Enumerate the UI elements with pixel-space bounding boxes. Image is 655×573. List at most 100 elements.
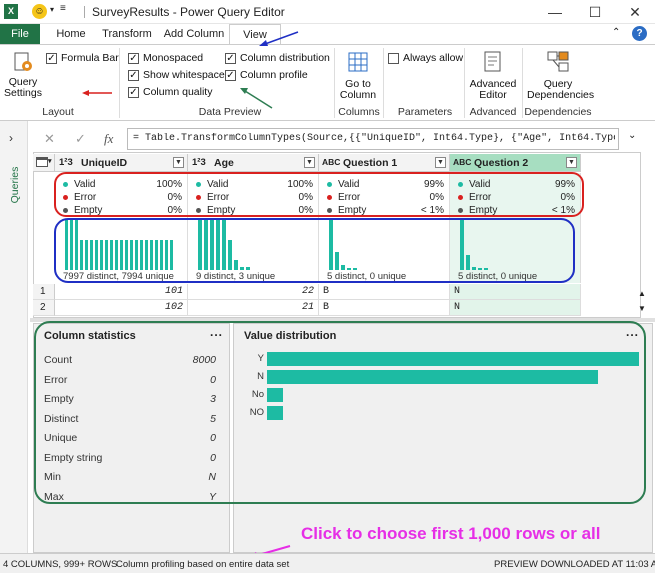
- scroll-down-arrow[interactable]: ▼: [638, 304, 646, 313]
- status-profiling-scope[interactable]: Column profiling based on entire data se…: [116, 559, 289, 570]
- row-number[interactable]: 2: [33, 300, 55, 316]
- column-filter-dropdown[interactable]: ▼: [304, 157, 315, 168]
- formula-bar-checkbox[interactable]: ✓: [46, 53, 57, 64]
- group-parameters-label: Parameters: [397, 106, 453, 118]
- table-cell[interactable]: 102: [55, 300, 188, 316]
- text-type-icon[interactable]: ABC: [453, 157, 471, 167]
- green-highlight-ellipse: [34, 321, 646, 504]
- help-icon[interactable]: ?: [632, 26, 647, 41]
- formula-fx-label[interactable]: fx: [104, 131, 113, 147]
- table-cell[interactable]: B: [319, 300, 450, 316]
- monospaced-label: Monospaced: [143, 52, 204, 64]
- excel-icon: X: [4, 4, 18, 19]
- group-layout-label: Layout: [42, 106, 74, 118]
- close-button[interactable]: ✕: [620, 2, 650, 22]
- window-title: SurveyResults - Power Query Editor: [92, 5, 285, 19]
- monospaced-checkbox[interactable]: ✓: [128, 53, 139, 64]
- table-cell[interactable]: N: [450, 300, 581, 316]
- query-settings-label: Query Settings: [4, 76, 42, 99]
- column-distribution-checkbox[interactable]: ✓: [225, 53, 236, 64]
- quick-access-dropdown-icon[interactable]: ▾: [50, 5, 54, 14]
- queries-pane-label[interactable]: Queries: [9, 164, 21, 206]
- collapse-ribbon-icon[interactable]: ⌃: [612, 27, 620, 38]
- advanced-editor-button[interactable]: Advanced Editor: [468, 49, 518, 101]
- query-dependencies-label: Query Dependencies: [527, 78, 595, 101]
- column-header-question-1[interactable]: ABC Question 1 ▼: [319, 154, 450, 172]
- status-row-count: 4 COLUMNS, 999+ ROWS: [3, 559, 118, 570]
- column-profile-checkbox[interactable]: ✓: [225, 70, 236, 81]
- show-whitespace-checkbox[interactable]: ✓: [128, 70, 139, 81]
- column-header-uniqueid[interactable]: 1²3 UniqueID ▼: [55, 154, 188, 172]
- group-dependencies-label: Dependencies: [524, 106, 592, 118]
- column-profile-label: Column profile: [240, 69, 308, 81]
- query-settings-icon: [14, 52, 32, 71]
- column-filter-dropdown[interactable]: ▼: [435, 157, 446, 168]
- column-name: UniqueID: [81, 157, 128, 169]
- column-quality-label: Column quality: [143, 86, 213, 98]
- annotation-callout: Click to choose first 1,000 rows or all: [301, 524, 601, 543]
- always-allow-label: Always allow: [403, 52, 464, 64]
- group-columns-label: Columns: [338, 106, 380, 118]
- go-to-column-button[interactable]: Go to Column: [338, 49, 378, 101]
- quick-access-more-icon[interactable]: ≡: [60, 3, 66, 14]
- separator: [119, 48, 120, 118]
- minimize-button[interactable]: —: [540, 2, 570, 22]
- always-allow-checkbox[interactable]: [388, 53, 399, 64]
- go-to-column-label: Go to Column: [339, 78, 377, 101]
- formula-bar[interactable]: = Table.TransformColumnTypes(Source,{{"U…: [127, 128, 619, 150]
- tab-transform[interactable]: Transform: [98, 24, 156, 44]
- column-filter-dropdown[interactable]: ▼: [173, 157, 184, 168]
- scroll-up-arrow[interactable]: ▲: [638, 289, 646, 298]
- table-cell[interactable]: 101: [55, 284, 188, 300]
- table-cell[interactable]: N: [450, 284, 581, 300]
- table-grid-icon: [348, 52, 368, 72]
- formula-cancel-icon[interactable]: ✕: [44, 131, 55, 147]
- table-cell[interactable]: B: [319, 284, 450, 300]
- text-type-icon[interactable]: ABC: [322, 157, 340, 167]
- advanced-editor-label: Advanced Editor: [469, 78, 517, 101]
- column-filter-dropdown[interactable]: ▼: [566, 157, 577, 168]
- row-number[interactable]: 1: [33, 284, 55, 300]
- group-advanced-label: Advanced: [469, 106, 517, 118]
- formula-bar-label: Formula Bar: [61, 52, 119, 64]
- formula-expand-icon[interactable]: ⌄: [628, 130, 636, 141]
- table-icon: [36, 157, 48, 167]
- advanced-editor-icon: [484, 51, 501, 72]
- column-distribution-label: Column distribution: [240, 52, 330, 64]
- blue-highlight-ellipse: [54, 218, 575, 283]
- separator: [84, 6, 85, 18]
- status-preview-downloaded: PREVIEW DOWNLOADED AT 11:03 AM: [494, 559, 655, 570]
- title-bar: X ☺ ▾ ≡ SurveyResults - Power Query Edit…: [0, 0, 655, 24]
- table-cell[interactable]: 22: [188, 284, 319, 300]
- separator: [334, 48, 335, 118]
- tab-home[interactable]: Home: [48, 24, 94, 44]
- ribbon-tab-row: File Home Transform Add Column View ⌃ ?: [0, 24, 655, 45]
- formula-text: = Table.TransformColumnTypes(Source,{{"U…: [133, 133, 615, 144]
- query-dependencies-button[interactable]: Query Dependencies: [527, 49, 595, 101]
- column-quality-checkbox[interactable]: ✓: [128, 87, 139, 98]
- tab-view[interactable]: View: [229, 24, 281, 45]
- chevron-down-icon: ▾: [48, 158, 52, 165]
- query-settings-button[interactable]: Query Settings: [3, 49, 43, 99]
- queries-pane: › Queries: [0, 121, 28, 553]
- column-header-question-2[interactable]: ABC Question 2 ▼: [450, 154, 581, 172]
- whole-number-type-icon[interactable]: 1²3: [192, 157, 206, 168]
- tab-add-column[interactable]: Add Column: [160, 24, 228, 44]
- column-header-age[interactable]: 1²3 Age ▼: [188, 154, 319, 172]
- column-name: Age: [214, 157, 234, 169]
- table-cell[interactable]: 21: [188, 300, 319, 316]
- group-data-preview-label: Data Preview: [198, 106, 262, 118]
- maximize-button[interactable]: ☐: [580, 2, 610, 22]
- separator: [383, 48, 384, 118]
- separator: [464, 48, 465, 118]
- column-name: Question 2: [474, 157, 529, 169]
- expand-queries-icon[interactable]: ›: [9, 131, 13, 145]
- red-highlight-ellipse: [54, 172, 584, 217]
- query-dependencies-icon: [547, 51, 569, 72]
- smiley-icon[interactable]: ☺: [32, 4, 47, 19]
- formula-commit-icon[interactable]: ✓: [75, 131, 86, 147]
- tab-file[interactable]: File: [0, 24, 40, 44]
- table-menu[interactable]: ▾: [33, 154, 55, 172]
- ribbon: Query Settings ✓ Formula Bar Layout ✓ Mo…: [0, 44, 655, 121]
- whole-number-type-icon[interactable]: 1²3: [59, 157, 73, 168]
